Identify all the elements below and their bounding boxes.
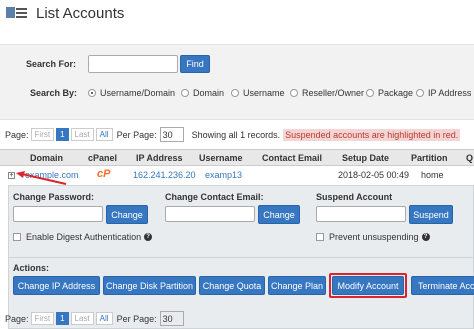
suspended-note: Suspended accounts are highlighted in re… bbox=[283, 128, 461, 141]
section-divider bbox=[9, 257, 474, 258]
list-accounts-icon bbox=[6, 5, 28, 22]
radio-username-domain[interactable]: Username/Domain bbox=[88, 88, 175, 98]
first-page-button[interactable]: First bbox=[30, 128, 55, 141]
radio-dot bbox=[88, 89, 96, 97]
radio-dot bbox=[181, 89, 189, 97]
change-ip-address-button[interactable]: Change IP Address bbox=[13, 276, 100, 295]
search-by-label: Search By: bbox=[30, 88, 78, 98]
col-username[interactable]: Username bbox=[199, 153, 243, 163]
per-page-label: Per Page: bbox=[116, 313, 157, 324]
radio-ip-address[interactable]: IP Address bbox=[416, 88, 471, 98]
contact-email-input[interactable] bbox=[165, 206, 255, 222]
col-cpanel[interactable]: cPanel bbox=[88, 153, 117, 163]
ip-address-cell: 162.241.236.20 bbox=[133, 170, 196, 180]
checkbox-box bbox=[13, 233, 21, 241]
checkbox-box bbox=[316, 233, 324, 241]
page-label: Page: bbox=[5, 313, 29, 324]
page-label: Page: bbox=[5, 129, 29, 140]
change-contact-email-label: Change Contact Email: bbox=[165, 192, 264, 202]
per-page-label: Per Page: bbox=[116, 129, 157, 140]
find-button[interactable]: Find bbox=[180, 55, 210, 73]
change-quota-button[interactable]: Change Quota bbox=[199, 276, 265, 295]
all-pages-button[interactable]: All bbox=[95, 312, 113, 325]
last-page-button[interactable]: Last bbox=[70, 312, 94, 325]
col-contact-email[interactable]: Contact Email bbox=[262, 153, 322, 163]
radio-domain[interactable]: Domain bbox=[181, 88, 224, 98]
radio-dot bbox=[231, 89, 239, 97]
table-row: + example.com cP 162.241.236.20 examp13 … bbox=[0, 166, 474, 185]
radio-reseller-owner[interactable]: Reseller/Owner bbox=[290, 88, 364, 98]
change-password-label: Change Password: bbox=[13, 192, 95, 202]
prevent-unsuspending-checkbox[interactable]: Prevent unsuspending ? bbox=[316, 232, 430, 242]
change-password-button[interactable]: Change bbox=[106, 205, 148, 224]
search-for-label: Search For: bbox=[26, 59, 77, 69]
pager-top: Page: First 1 Last All Per Page: 30 Show… bbox=[5, 127, 461, 142]
col-q[interactable]: Q bbox=[466, 153, 473, 163]
expand-row-icon[interactable]: + bbox=[8, 172, 15, 179]
page-header: List Accounts bbox=[6, 3, 124, 23]
radio-dot bbox=[366, 89, 374, 97]
terminate-account-button[interactable]: Terminate Account bbox=[411, 276, 474, 295]
current-page-button[interactable]: 1 bbox=[56, 312, 69, 325]
radio-username[interactable]: Username bbox=[231, 88, 285, 98]
change-email-button[interactable]: Change bbox=[258, 205, 300, 224]
search-panel: Search For: Find Search By: Username/Dom… bbox=[0, 44, 474, 120]
suspend-reason-input[interactable] bbox=[316, 206, 406, 222]
annotation-arrow bbox=[16, 171, 67, 185]
showing-records-text: Showing all 1 records. bbox=[191, 129, 281, 140]
col-partition[interactable]: Partition bbox=[411, 153, 448, 163]
current-page-button[interactable]: 1 bbox=[56, 128, 69, 141]
col-setup-date[interactable]: Setup Date bbox=[342, 153, 389, 163]
username-cell[interactable]: examp13 bbox=[205, 170, 242, 180]
partition-cell: home bbox=[421, 170, 444, 180]
setup-date-cell: 2018-02-05 00:49 bbox=[338, 170, 410, 180]
page-title: List Accounts bbox=[36, 4, 125, 22]
digest-auth-checkbox[interactable]: Enable Digest Authentication ? bbox=[13, 232, 153, 242]
help-icon[interactable]: ? bbox=[421, 233, 430, 241]
change-plan-button[interactable]: Change Plan bbox=[268, 276, 326, 295]
help-icon[interactable]: ? bbox=[144, 233, 153, 241]
pager-bottom: Page: First 1 Last All Per Page: 30 bbox=[5, 311, 184, 326]
all-pages-button[interactable]: All bbox=[95, 128, 113, 141]
account-detail-panel: Change Password: Change Enable Digest Au… bbox=[8, 185, 474, 329]
last-page-button[interactable]: Last bbox=[70, 128, 94, 141]
search-input[interactable] bbox=[88, 55, 178, 73]
suspend-button[interactable]: Suspend bbox=[409, 205, 453, 224]
radio-dot bbox=[290, 89, 298, 97]
change-disk-partition-button[interactable]: Change Disk Partition bbox=[103, 276, 196, 295]
per-page-input[interactable]: 30 bbox=[159, 311, 184, 326]
suspend-account-label: Suspend Account bbox=[316, 192, 393, 202]
radio-dot bbox=[416, 89, 424, 97]
first-page-button[interactable]: First bbox=[30, 312, 55, 325]
cpanel-icon[interactable]: cP bbox=[97, 168, 115, 182]
col-ip-address[interactable]: IP Address bbox=[136, 153, 183, 163]
password-input[interactable] bbox=[13, 206, 103, 222]
accounts-table-header: Domain cPanel IP Address Username Contac… bbox=[0, 149, 474, 166]
radio-package[interactable]: Package bbox=[366, 88, 413, 98]
col-domain[interactable]: Domain bbox=[30, 153, 63, 163]
actions-label: Actions: bbox=[13, 263, 49, 273]
per-page-input[interactable]: 30 bbox=[159, 127, 184, 142]
modify-account-highlight bbox=[329, 273, 407, 298]
